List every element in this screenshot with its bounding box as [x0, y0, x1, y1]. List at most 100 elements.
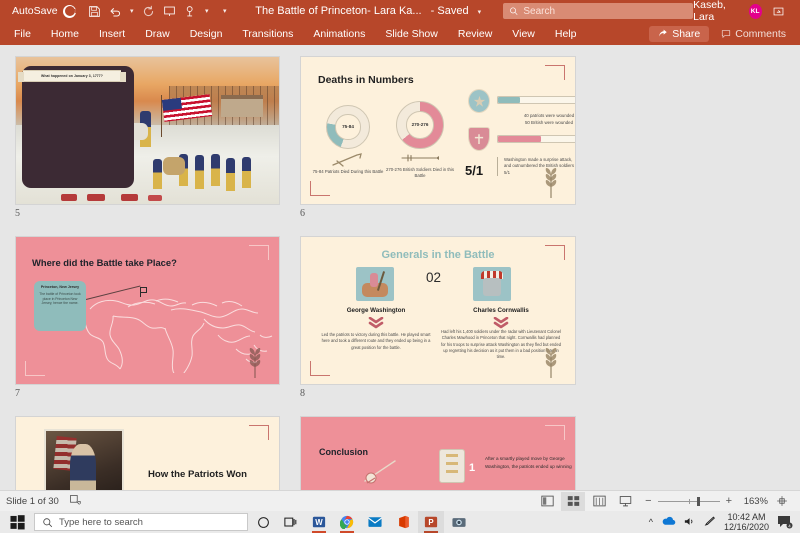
minimize-button[interactable]: —: [796, 0, 800, 22]
slide-cell-8[interactable]: Generals in the Battle 02 George Washing…: [300, 236, 576, 399]
avatar[interactable]: KL: [749, 4, 762, 19]
slide-6[interactable]: Deaths in Numbers 75-84 75-84 Patriots D…: [300, 56, 576, 205]
comments-button[interactable]: Comments: [715, 26, 792, 42]
tab-draw[interactable]: Draw: [135, 22, 180, 45]
powerpoint-icon[interactable]: P: [418, 511, 444, 533]
slide-cell-9[interactable]: How the Patriots Won: [15, 416, 280, 490]
wounded-line-2: 50 British were wounded: [525, 120, 573, 125]
slide-sorter-icon[interactable]: [561, 492, 585, 511]
tab-home[interactable]: Home: [41, 22, 89, 45]
slideshow-icon[interactable]: [613, 492, 637, 511]
undo-icon[interactable]: [106, 2, 124, 20]
chrome-icon[interactable]: [334, 511, 360, 533]
show-hidden-icons-icon[interactable]: ^: [649, 517, 653, 527]
fallen-soldier: [121, 194, 138, 201]
slide-5[interactable]: What happened on January 3, 1777?: [15, 56, 280, 205]
tab-review[interactable]: Review: [448, 22, 502, 45]
touch-mode-icon[interactable]: [181, 2, 199, 20]
start-presentation-icon[interactable]: [160, 2, 178, 20]
zoom-tick: [689, 499, 690, 504]
slide-indicator[interactable]: Slide 1 of 30: [6, 496, 59, 507]
comments-label: Comments: [735, 28, 786, 40]
washington-portrait: [44, 429, 124, 490]
volume-icon[interactable]: [684, 516, 696, 529]
search-box[interactable]: [503, 3, 693, 19]
customize-quick-access-icon[interactable]: ▾: [220, 7, 229, 15]
slide-number-8: 8: [300, 388, 576, 399]
zoom-slider[interactable]: − +: [645, 495, 732, 507]
normal-view-icon[interactable]: [535, 492, 559, 511]
zoom-track[interactable]: [658, 501, 720, 502]
status-left-group: Slide 1 of 30: [6, 494, 81, 509]
zoom-handle[interactable]: [697, 497, 700, 506]
slide-cell-10[interactable]: Conclusion 1 After a smartly played move…: [300, 416, 576, 490]
tab-transitions[interactable]: Transitions: [232, 22, 303, 45]
tab-view[interactable]: View: [502, 22, 545, 45]
cortana-icon[interactable]: [250, 511, 276, 533]
tab-help[interactable]: Help: [545, 22, 587, 45]
word-icon[interactable]: W: [306, 511, 332, 533]
corner-bracket-icon: [545, 65, 565, 80]
monument-icon: [439, 449, 465, 483]
autosave-toggle[interactable]: On: [63, 5, 77, 18]
reading-view-icon[interactable]: [587, 492, 611, 511]
fit-to-window-icon[interactable]: [770, 492, 794, 511]
slide-10[interactable]: Conclusion 1 After a smartly played move…: [300, 416, 576, 490]
corner-bracket-icon: [310, 181, 330, 196]
slide-workspace[interactable]: What happened on January 3, 1777? 5 Deat…: [0, 45, 800, 490]
camera-icon[interactable]: [446, 511, 472, 533]
fallen-soldier: [87, 194, 105, 201]
patriot-crest-icon: [468, 89, 490, 113]
fallen-soldier: [61, 194, 77, 201]
notification-icon[interactable]: 4: [777, 514, 794, 531]
slide-cell-5[interactable]: What happened on January 3, 1777? 5: [15, 56, 280, 219]
title-bar: AutoSave On ▾ ▾ ▾ The Battle of Princeto…: [0, 0, 800, 22]
save-icon[interactable]: [85, 2, 103, 20]
pen-icon[interactable]: [704, 516, 716, 529]
zoom-in-button[interactable]: +: [726, 495, 732, 507]
slide-10-title: Conclusion: [319, 447, 368, 457]
undo-dropdown-icon[interactable]: ▾: [127, 7, 136, 15]
bar-fill: [498, 97, 520, 103]
text-placeholder-card[interactable]: [22, 66, 134, 188]
taskbar-clock[interactable]: 10:42 AM 12/16/2020: [724, 512, 769, 533]
ratio-value: 5/1: [465, 163, 483, 178]
slide-7[interactable]: Where did the Battle take Place? Princ: [15, 236, 280, 385]
cornwallis-image: [473, 267, 511, 301]
tab-design[interactable]: Design: [180, 22, 233, 45]
slide-8[interactable]: Generals in the Battle 02 George Washing…: [300, 236, 576, 385]
ribbon-display-options-icon[interactable]: [769, 0, 790, 22]
corner-bracket-icon: [25, 361, 45, 376]
search-input[interactable]: [523, 6, 687, 17]
location-callout[interactable]: Princeton, New Jersey The battle of Prin…: [34, 281, 86, 331]
tab-animations[interactable]: Animations: [303, 22, 375, 45]
touch-mode-dropdown-icon[interactable]: ▾: [202, 7, 211, 15]
slide-number-6: 6: [300, 208, 576, 219]
wheat-icon: [538, 344, 564, 378]
donut-2-caption: 270-276 British Soldiers Died in this Ba…: [385, 167, 455, 179]
task-view-icon[interactable]: [278, 511, 304, 533]
onedrive-icon[interactable]: [661, 516, 676, 528]
redo-icon[interactable]: [139, 2, 157, 20]
tab-insert[interactable]: Insert: [89, 22, 135, 45]
ribbon-tabs: File Home Insert Draw Design Transitions…: [0, 22, 800, 45]
search-icon: [42, 517, 53, 528]
user-name: Kaseb, Lara: [693, 0, 742, 23]
office-icon[interactable]: [390, 511, 416, 533]
taskbar-search[interactable]: Type here to search: [34, 513, 248, 531]
zoom-out-button[interactable]: −: [645, 495, 651, 507]
mail-icon[interactable]: [362, 511, 388, 533]
share-button[interactable]: Share: [649, 26, 709, 42]
zoom-level[interactable]: 163%: [740, 496, 768, 507]
slide-cell-6[interactable]: Deaths in Numbers 75-84 75-84 Patriots D…: [300, 56, 576, 219]
title-dropdown-icon[interactable]: ▾: [478, 9, 482, 16]
start-button-icon[interactable]: [2, 511, 32, 533]
general-1-body: Led the patriots to victory during this …: [321, 332, 431, 351]
search-container: [503, 3, 693, 19]
tab-slide-show[interactable]: Slide Show: [375, 22, 448, 45]
tab-file[interactable]: File: [4, 22, 41, 45]
slide-9[interactable]: How the Patriots Won: [15, 416, 280, 490]
accessibility-checker-icon[interactable]: [69, 494, 81, 509]
slide-cell-7[interactable]: Where did the Battle take Place? Princ: [15, 236, 280, 399]
bar-fill: [498, 136, 541, 142]
